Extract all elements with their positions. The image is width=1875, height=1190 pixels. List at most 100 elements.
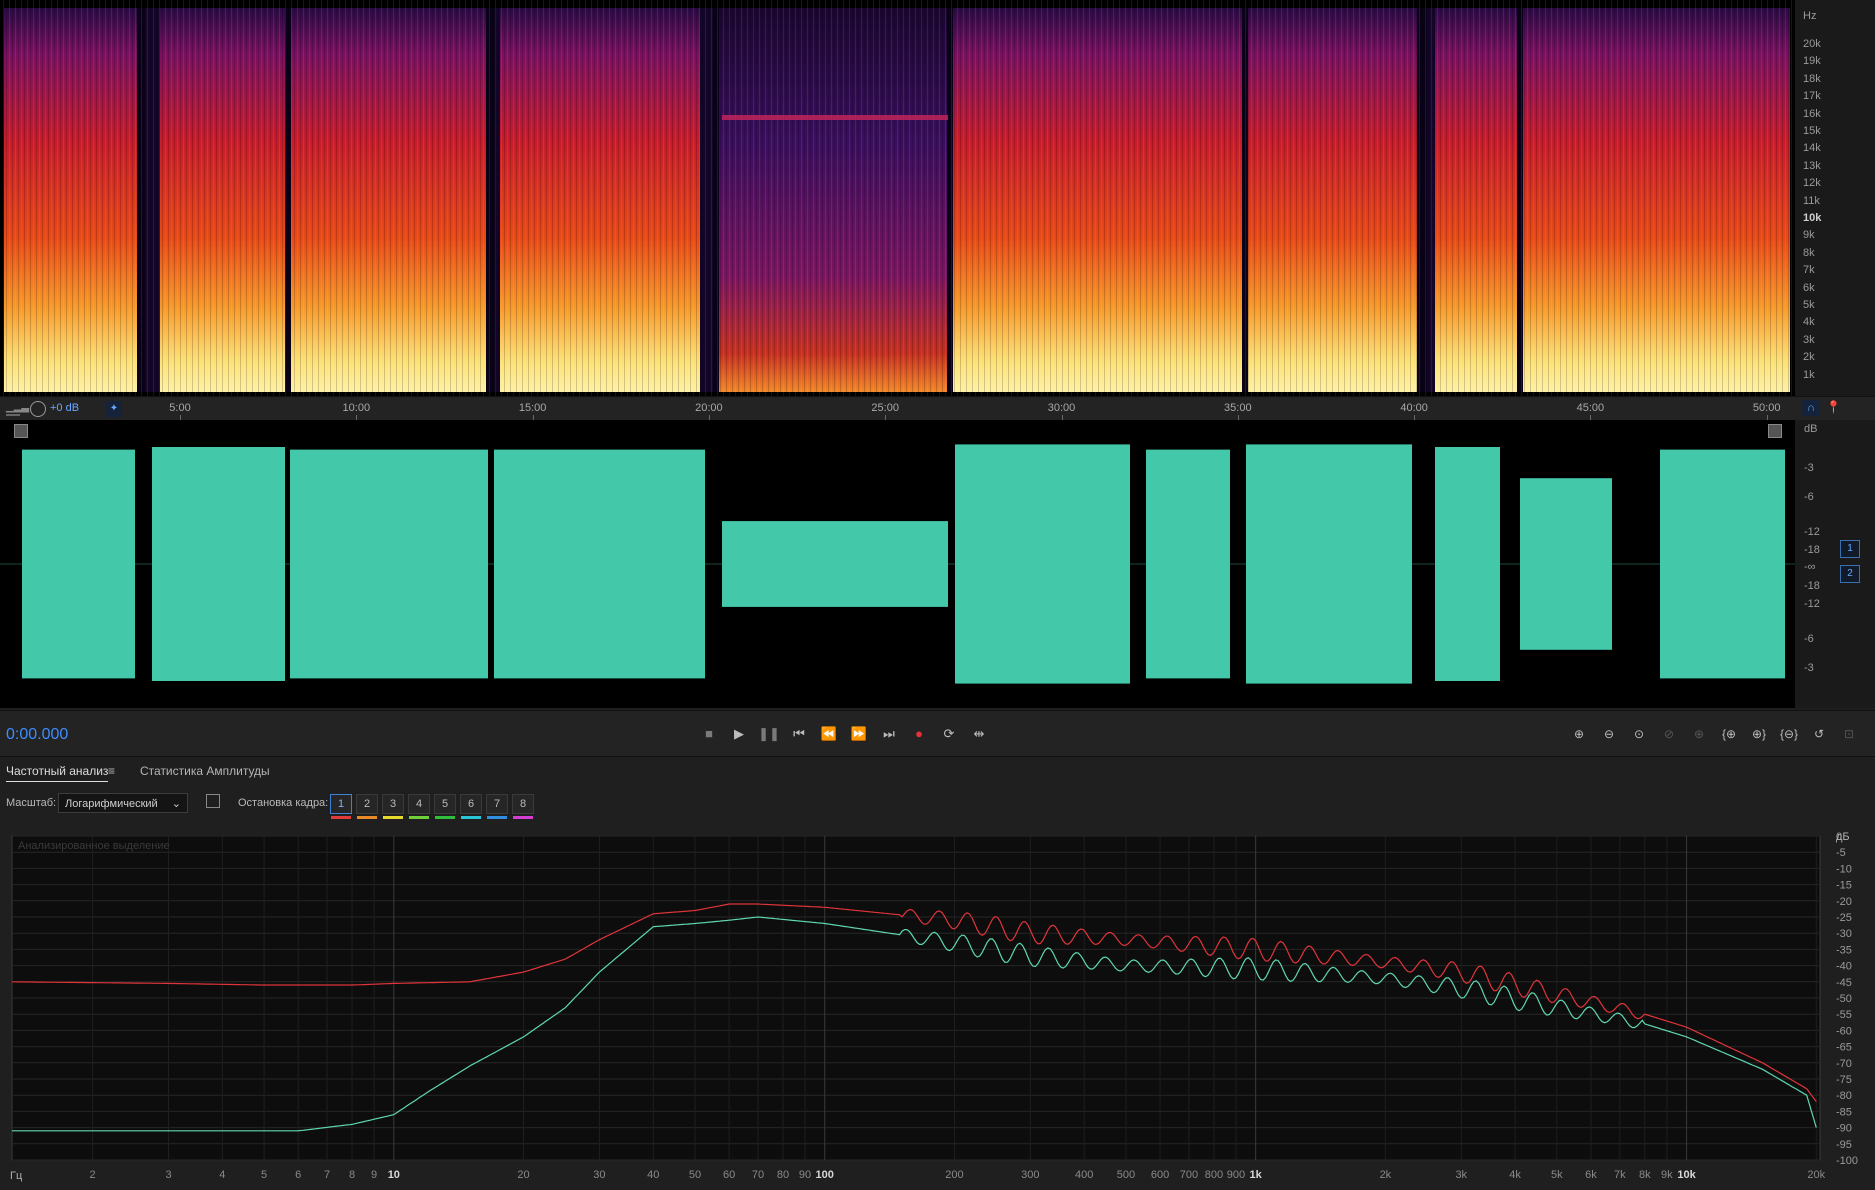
frequency-tick-label: 13k	[1803, 159, 1821, 172]
waveform-segment	[955, 444, 1130, 684]
gain-knob-icon[interactable]	[30, 401, 46, 417]
timecode-display[interactable]: 0:00.000	[6, 726, 68, 744]
frequency-tick-label: 5k	[1803, 299, 1815, 311]
zoom-fit-icon[interactable]: ⊡	[1838, 723, 1860, 745]
waveform-segment	[1246, 444, 1412, 684]
db-tick-label: -85	[1836, 1106, 1852, 1118]
waveform-segment	[152, 447, 285, 681]
freq-tick-label: 1k	[1250, 1169, 1263, 1181]
freq-tick-label: 300	[1021, 1169, 1039, 1181]
time-tick-label: 50:00	[1752, 402, 1781, 414]
db-tick-label: -70	[1836, 1058, 1852, 1070]
frequency-tick-label: 15k	[1803, 125, 1821, 137]
freeze-slot-color	[357, 816, 377, 819]
zoom-in-right-icon[interactable]: ⊕}	[1748, 723, 1770, 745]
frequency-tick-label: 1k	[1803, 368, 1815, 381]
go-to-start-button[interactable]: ⏮	[788, 723, 810, 745]
freeze-slot-4[interactable]: 4	[408, 794, 430, 814]
frequency-tick-label: 19k	[1803, 55, 1821, 68]
resize-corner-right-icon[interactable]	[1768, 424, 1782, 438]
time-ruler[interactable]: ▁▂▃ +0 dB ✦ ∩ 📍 5:00 10:00 15:00 20:00 25:00…	[0, 396, 1875, 421]
tab-amplitude-statistics[interactable]: Статистика Амплитуды	[140, 764, 270, 778]
freq-tick-label: 20k	[1807, 1169, 1825, 1181]
db-tick-label: -95	[1836, 1139, 1852, 1151]
freeze-slot-8[interactable]: 8	[512, 794, 534, 814]
scale-select[interactable]: Логарифмический ⌄	[58, 793, 188, 813]
freeze-slot-1[interactable]: 1	[330, 794, 352, 814]
waveform-segment	[722, 521, 948, 607]
frequency-chart: 0-5-10-15-20-25-30-35-40-45-50-55-60-65-…	[10, 831, 1858, 1182]
transport-bar: 0:00.000 ■ ▶ ❚❚ ⏮ ⏪ ⏩ ⏭ ● ⟳ ⇹ ⊕ ⊖ ⊙ ⊘ ⊕ {⊕ ⊕} {⊖}…	[0, 710, 1875, 757]
zoom-reset-icon[interactable]: {⊖}	[1778, 723, 1800, 745]
zoom-out-full-icon[interactable]: ⊘	[1658, 723, 1680, 745]
channel-2-toggle[interactable]: 2	[1840, 565, 1860, 583]
amplitude-tick-label: -3	[1804, 462, 1814, 474]
skip-selection-button[interactable]: ⇹	[968, 723, 990, 745]
freq-tick-label: 40	[647, 1169, 659, 1181]
spectral-frequency-display[interactable]	[0, 0, 1795, 396]
pin-icon[interactable]: ✦	[106, 401, 122, 417]
freeze-slot-5[interactable]: 5	[434, 794, 456, 814]
frequency-tick-label: 6k	[1803, 281, 1815, 294]
fast-forward-button[interactable]: ⏩	[848, 723, 870, 745]
zoom-in-time-icon[interactable]: ⊕	[1688, 723, 1710, 745]
db-tick-label: -15	[1836, 880, 1852, 892]
freeze-slot-color	[461, 816, 481, 819]
freq-tick-label: 7k	[1614, 1169, 1626, 1181]
panel-tab-bar: Частотный анализ ≡ Статистика Амплитуды	[0, 756, 1875, 787]
freq-tick-label: 800	[1205, 1169, 1223, 1181]
freq-tick-label: 80	[777, 1169, 789, 1181]
headphones-icon[interactable]: ∩	[1802, 400, 1820, 416]
db-tick-label: -40	[1836, 961, 1852, 973]
freq-tick-label: 9k	[1661, 1169, 1673, 1181]
freq-tick-label: 2k	[1380, 1169, 1392, 1181]
frequency-analysis-graph[interactable]: 0 -5 -10 -15 -20 -25 -30 -35 -40 -45 -50 -55 -60 -65-…	[0, 826, 1875, 1190]
freq-tick-label: 700	[1180, 1169, 1198, 1181]
time-tick-label: 10:00	[342, 402, 371, 414]
db-tick-label: -80	[1836, 1090, 1852, 1102]
time-tick-label: 15:00	[518, 402, 547, 414]
tab-frequency-analysis[interactable]: Частотный анализ	[6, 764, 109, 782]
zoom-in-left-icon[interactable]: {⊕	[1718, 723, 1740, 745]
db-tick-label: -20	[1836, 896, 1852, 908]
freq-tick-label: 6	[295, 1169, 301, 1181]
gain-value[interactable]: +0 dB	[50, 402, 79, 414]
record-button[interactable]: ●	[908, 723, 930, 745]
freeze-slot-2[interactable]: 2	[356, 794, 378, 814]
stop-button[interactable]: ■	[698, 723, 720, 745]
copy-icon[interactable]	[206, 794, 220, 808]
marker-pin-icon[interactable]: 📍	[1826, 400, 1841, 414]
waveform-display[interactable]	[0, 420, 1795, 708]
zoom-to-selection-icon[interactable]: ⊙	[1628, 723, 1650, 745]
frequency-tick-label: 18k	[1803, 72, 1821, 85]
play-button[interactable]: ▶	[728, 723, 750, 745]
rewind-button[interactable]: ⏪	[818, 723, 840, 745]
freq-tick-label: 400	[1075, 1169, 1093, 1181]
go-to-end-button[interactable]: ⏭	[878, 723, 900, 745]
db-tick-label: -5	[1836, 847, 1846, 859]
freeze-slot-3[interactable]: 3	[382, 794, 404, 814]
loop-button[interactable]: ⟳	[938, 723, 960, 745]
channel-1-toggle[interactable]: 1	[1840, 540, 1860, 558]
chart-title: Анализированное выделение	[18, 840, 170, 852]
panel-menu-icon[interactable]: ≡	[108, 764, 115, 778]
freeze-slot-7[interactable]: 7	[486, 794, 508, 814]
freq-tick-label: 2	[90, 1169, 96, 1181]
frequency-tick-label: 2k	[1803, 351, 1815, 364]
zoom-in-amplitude-icon[interactable]: ⊕	[1568, 723, 1590, 745]
analysis-controls: Масштаб: Логарифмический ⌄ Остановка кадр…	[0, 786, 1875, 826]
resize-corner-left-icon[interactable]	[14, 424, 28, 438]
amplitude-tick-label: -∞	[1804, 561, 1816, 573]
freeze-slot-color	[513, 816, 533, 819]
freeze-slot-6[interactable]: 6	[460, 794, 482, 814]
freeze-slot-color	[409, 816, 429, 819]
frequency-tick-label: 16k	[1803, 107, 1821, 120]
freq-tick-label: 200	[945, 1169, 963, 1181]
zoom-out-amplitude-icon[interactable]: ⊖	[1598, 723, 1620, 745]
zoom-history-icon[interactable]: ↺	[1808, 723, 1830, 745]
amplitude-tick-label: -12	[1804, 598, 1820, 610]
db-tick-label: -45	[1836, 977, 1852, 989]
time-tick-label: 30:00	[1047, 402, 1076, 414]
freq-tick-label: 10k	[1677, 1169, 1696, 1181]
pause-button[interactable]: ❚❚	[758, 723, 780, 745]
